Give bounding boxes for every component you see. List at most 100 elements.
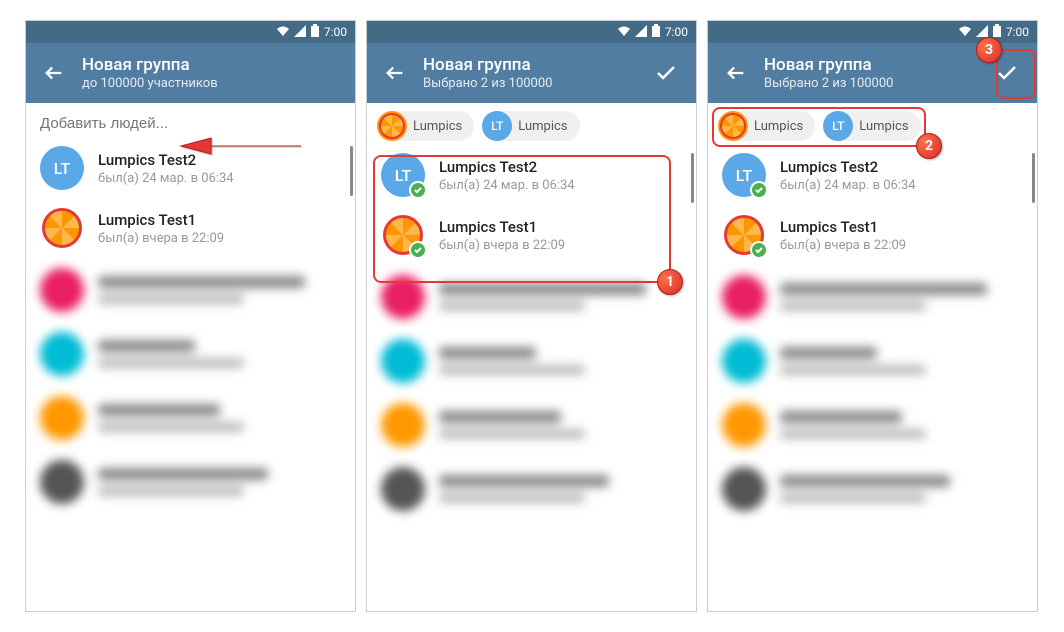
blurred-contact [367,265,696,329]
signal-icon [294,25,306,40]
header: Новая группа Выбрано 2 из 100000 [367,43,696,103]
back-button[interactable] [718,55,754,91]
contact-item[interactable]: Lumpics Test1 был(а) вчера в 22:09 [367,205,696,265]
header: Новая группа до 100000 участников [26,43,355,103]
contact-list: LT Lumpics Test2 был(а) 24 мар. в 06:34 … [367,145,696,611]
back-button[interactable] [36,55,72,91]
page-subtitle: Выбрано 2 из 100000 [764,76,987,91]
blurred-contact [367,457,696,521]
avatar [40,206,84,250]
search-row [26,103,355,138]
contact-item[interactable]: Lumpics Test1 был(а) вчера в 22:09 [26,198,355,258]
header-text: Новая группа Выбрано 2 из 100000 [413,55,646,91]
chip-avatar [718,111,748,141]
contact-info: Lumpics Test2 был(а) 24 мар. в 06:34 [780,158,1023,193]
status-bar: 7:00 [367,21,696,43]
blurred-contact [26,450,355,514]
selected-check-icon [750,181,768,199]
blurred-contact [367,329,696,393]
contact-item[interactable]: LT Lumpics Test2 был(а) 24 мар. в 06:34 [708,145,1037,205]
contact-item[interactable]: LT Lumpics Test2 был(а) 24 мар. в 06:34 [367,145,696,205]
avatar: LT [722,153,766,197]
phone-screen-3: 7:00 Новая группа Выбрано 2 из 100000 Lu… [707,20,1038,612]
contact-info: Lumpics Test1 был(а) вчера в 22:09 [780,218,1023,253]
contact-name: Lumpics Test1 [780,218,1023,236]
chip-label: Lumpics [413,119,462,134]
search-input[interactable] [40,115,341,132]
signal-icon [976,25,988,40]
contact-name: Lumpics Test2 [98,151,341,169]
scroll-indicator[interactable] [691,153,694,203]
scroll-indicator[interactable] [1032,153,1035,203]
blurred-contact [708,265,1037,329]
wifi-icon [276,25,290,40]
status-time: 7:00 [1006,25,1029,39]
selected-check-icon [409,241,427,259]
battery-icon [310,24,320,41]
selected-chip[interactable]: Lumpics [718,111,815,141]
selected-chips-row: Lumpics LT Lumpics [367,103,696,145]
selected-chip[interactable]: LT Lumpics [823,111,920,141]
contact-item[interactable]: LT Lumpics Test2 был(а) 24 мар. в 06:34 [26,138,355,198]
avatar [722,213,766,257]
wifi-icon [617,25,631,40]
orange-icon [720,113,746,139]
selected-chip[interactable]: LT Lumpics [482,111,579,141]
blurred-contact [26,258,355,322]
status-time: 7:00 [665,25,688,39]
avatar: LT [381,153,425,197]
contact-info: Lumpics Test2 был(а) 24 мар. в 06:34 [98,151,341,186]
contact-info: Lumpics Test1 был(а) вчера в 22:09 [98,211,341,246]
orange-icon [379,113,405,139]
scroll-indicator[interactable] [350,146,353,196]
contact-status: был(а) 24 мар. в 06:34 [98,171,341,186]
contact-status: был(а) вчера в 22:09 [439,238,682,253]
page-subtitle: до 100000 участников [82,76,345,91]
contact-status: был(а) 24 мар. в 06:34 [439,178,682,193]
page-title: Новая группа [423,55,646,75]
chip-label: Lumpics [754,119,803,134]
battery-icon [651,24,661,41]
page-title: Новая группа [764,55,987,75]
selected-check-icon [750,241,768,259]
selected-chip[interactable]: Lumpics [377,111,474,141]
phone-screen-1: 7:00 Новая группа до 100000 участников L… [25,20,356,612]
done-button[interactable] [646,53,686,93]
page-subtitle: Выбрано 2 из 100000 [423,76,646,91]
orange-icon [42,208,82,248]
chip-label: Lumpics [859,119,908,134]
blurred-contact [26,386,355,450]
contact-name: Lumpics Test1 [439,218,682,236]
page-title: Новая группа [82,55,345,75]
done-button[interactable] [987,53,1027,93]
selected-chips-row: Lumpics LT Lumpics [708,103,1037,145]
selected-check-icon [409,181,427,199]
wifi-icon [958,25,972,40]
status-bar: 7:00 [708,21,1037,43]
avatar [381,213,425,257]
battery-icon [992,24,1002,41]
contact-name: Lumpics Test2 [439,158,682,176]
header: Новая группа Выбрано 2 из 100000 [708,43,1037,103]
contact-info: Lumpics Test1 был(а) вчера в 22:09 [439,218,682,253]
status-time: 7:00 [324,25,347,39]
header-text: Новая группа Выбрано 2 из 100000 [754,55,987,91]
contact-status: был(а) вчера в 22:09 [98,231,341,246]
blurred-contact [708,393,1037,457]
contact-status: был(а) 24 мар. в 06:34 [780,178,1023,193]
blurred-contact [708,457,1037,521]
signal-icon [635,25,647,40]
contact-item[interactable]: Lumpics Test1 был(а) вчера в 22:09 [708,205,1037,265]
header-text: Новая группа до 100000 участников [72,55,345,91]
chip-avatar [377,111,407,141]
contact-name: Lumpics Test1 [98,211,341,229]
contact-list: LT Lumpics Test2 был(а) 24 мар. в 06:34 … [26,138,355,611]
contact-list: LT Lumpics Test2 был(а) 24 мар. в 06:34 … [708,145,1037,611]
chip-avatar: LT [482,111,512,141]
blurred-contact [26,322,355,386]
status-bar: 7:00 [26,21,355,43]
contact-name: Lumpics Test2 [780,158,1023,176]
contact-status: был(а) вчера в 22:09 [780,238,1023,253]
blurred-contact [367,393,696,457]
back-button[interactable] [377,55,413,91]
